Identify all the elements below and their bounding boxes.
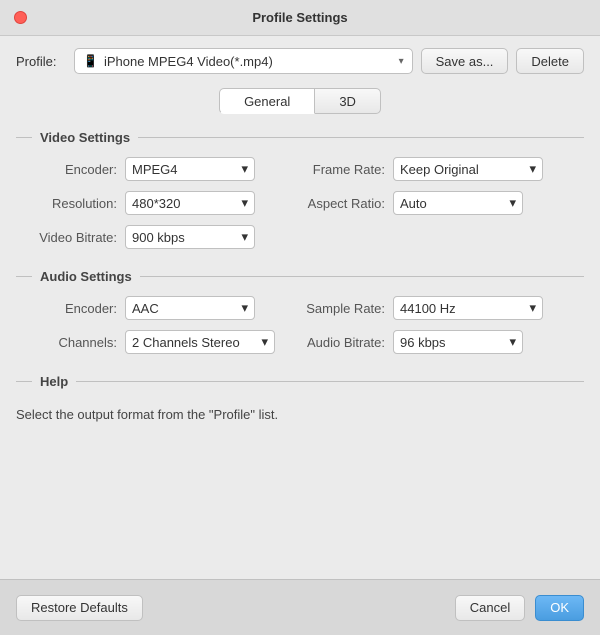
help-section-title: Help: [40, 374, 68, 389]
tabs-row: General 3D: [16, 88, 584, 114]
section-line-left: [16, 381, 32, 382]
profile-dropdown[interactable]: 📱 iPhone MPEG4 Video(*.mp4) ▾: [74, 48, 413, 74]
phone-icon: 📱: [83, 54, 98, 68]
audio-encoder-row: Encoder: AAC ▾: [32, 296, 300, 320]
sample-rate-dropdown[interactable]: 44100 Hz ▾: [393, 296, 543, 320]
audio-section-title: Audio Settings: [40, 269, 132, 284]
video-section-title: Video Settings: [40, 130, 130, 145]
video-settings-section: Video Settings Encoder: MPEG4 ▾ Frame Ra…: [16, 130, 584, 249]
profile-row: Profile: 📱 iPhone MPEG4 Video(*.mp4) ▾ S…: [16, 48, 584, 74]
help-section: Help Select the output format from the "…: [16, 374, 584, 429]
ok-button[interactable]: OK: [535, 595, 584, 621]
save-as-button[interactable]: Save as...: [421, 48, 509, 74]
video-bitrate-row: Video Bitrate: 900 kbps ▾: [32, 225, 300, 249]
encoder-dropdown[interactable]: MPEG4 ▾: [125, 157, 255, 181]
footer: Restore Defaults Cancel OK: [0, 579, 600, 635]
window-title: Profile Settings: [252, 10, 347, 25]
delete-button[interactable]: Delete: [516, 48, 584, 74]
chevron-down-icon: ▾: [241, 161, 248, 177]
chevron-down-icon: ▾: [399, 56, 404, 67]
sample-rate-label: Sample Rate:: [300, 301, 385, 316]
resolution-row: Resolution: 480*320 ▾: [32, 191, 300, 215]
section-line-right: [138, 137, 584, 138]
window-controls: [14, 11, 27, 24]
audio-bitrate-label: Audio Bitrate:: [300, 335, 385, 350]
restore-defaults-button[interactable]: Restore Defaults: [16, 595, 143, 621]
footer-right-buttons: Cancel OK: [455, 595, 584, 621]
audio-section-header: Audio Settings: [16, 269, 584, 284]
help-section-header: Help: [16, 374, 584, 389]
aspect-ratio-dropdown[interactable]: Auto ▾: [393, 191, 523, 215]
tab-general[interactable]: General: [219, 88, 315, 114]
audio-bitrate-dropdown[interactable]: 96 kbps ▾: [393, 330, 523, 354]
encoder-label: Encoder:: [32, 162, 117, 177]
profile-label: Profile:: [16, 54, 66, 69]
audio-bitrate-row: Audio Bitrate: 96 kbps ▾: [300, 330, 568, 354]
tab-3d[interactable]: 3D: [315, 88, 381, 114]
chevron-down-icon: ▾: [261, 334, 268, 350]
video-bitrate-dropdown[interactable]: 900 kbps ▾: [125, 225, 255, 249]
framerate-row: Frame Rate: Keep Original ▾: [300, 157, 568, 181]
section-line-right: [140, 276, 584, 277]
section-line-left: [16, 276, 32, 277]
aspect-ratio-label: Aspect Ratio:: [300, 196, 385, 211]
channels-row: Channels: 2 Channels Stereo ▾: [32, 330, 300, 354]
framerate-label: Frame Rate:: [300, 162, 385, 177]
audio-encoder-dropdown[interactable]: AAC ▾: [125, 296, 255, 320]
chevron-down-icon: ▾: [529, 300, 536, 316]
close-button[interactable]: [14, 11, 27, 24]
chevron-down-icon: ▾: [241, 229, 248, 245]
empty-cell: [300, 225, 568, 249]
channels-dropdown[interactable]: 2 Channels Stereo ▾: [125, 330, 275, 354]
cancel-button[interactable]: Cancel: [455, 595, 525, 621]
content-area: Profile: 📱 iPhone MPEG4 Video(*.mp4) ▾ S…: [0, 36, 600, 579]
video-bitrate-label: Video Bitrate:: [32, 230, 117, 245]
framerate-dropdown[interactable]: Keep Original ▾: [393, 157, 543, 181]
chevron-down-icon: ▾: [509, 334, 516, 350]
section-line-right: [76, 381, 584, 382]
encoder-row: Encoder: MPEG4 ▾: [32, 157, 300, 181]
audio-settings-grid: Encoder: AAC ▾ Sample Rate: 44100 Hz ▾ C…: [16, 296, 584, 354]
channels-label: Channels:: [32, 335, 117, 350]
resolution-dropdown[interactable]: 480*320 ▾: [125, 191, 255, 215]
profile-value: iPhone MPEG4 Video(*.mp4): [104, 54, 273, 69]
sample-rate-row: Sample Rate: 44100 Hz ▾: [300, 296, 568, 320]
video-section-header: Video Settings: [16, 130, 584, 145]
resolution-label: Resolution:: [32, 196, 117, 211]
audio-settings-section: Audio Settings Encoder: AAC ▾ Sample Rat…: [16, 269, 584, 354]
audio-encoder-label: Encoder:: [32, 301, 117, 316]
aspect-ratio-row: Aspect Ratio: Auto ▾: [300, 191, 568, 215]
chevron-down-icon: ▾: [241, 300, 248, 316]
chevron-down-icon: ▾: [241, 195, 248, 211]
title-bar: Profile Settings: [0, 0, 600, 36]
chevron-down-icon: ▾: [529, 161, 536, 177]
help-text: Select the output format from the "Profi…: [16, 401, 584, 429]
chevron-down-icon: ▾: [509, 195, 516, 211]
video-settings-grid: Encoder: MPEG4 ▾ Frame Rate: Keep Origin…: [16, 157, 584, 249]
section-line-left: [16, 137, 32, 138]
